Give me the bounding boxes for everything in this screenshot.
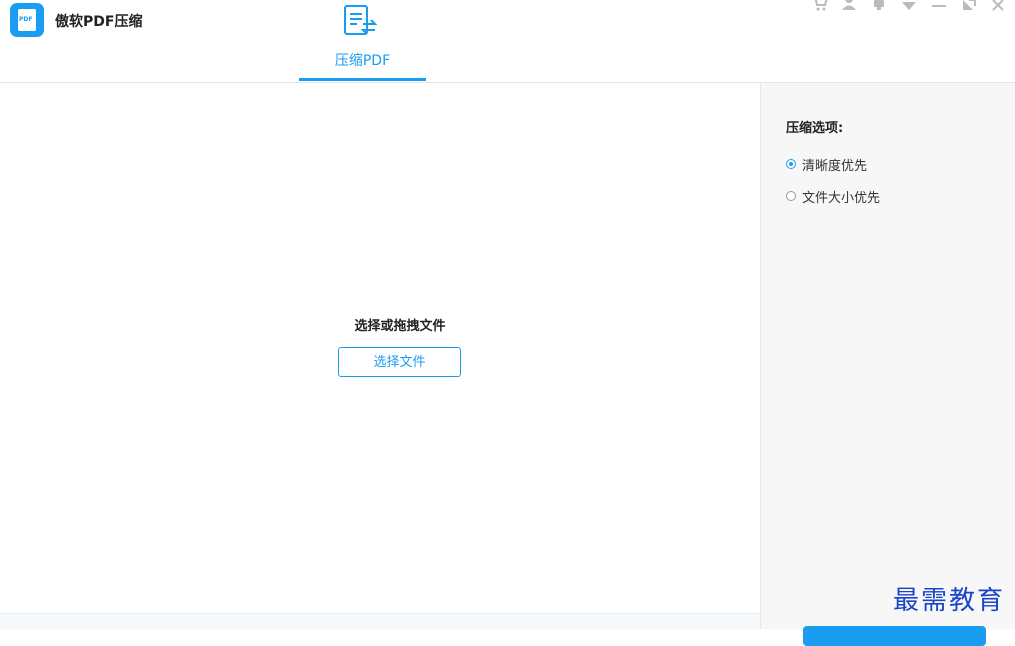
options-panel: 压缩选项: 清晰度优先 文件大小优先 bbox=[760, 83, 1015, 646]
restore-button[interactable] bbox=[955, 0, 985, 14]
option-clarity-priority[interactable]: 清晰度优先 bbox=[786, 155, 868, 174]
title-bar: PDF 傲软PDF压缩 压缩PDF bbox=[0, 0, 1015, 83]
tab-label: 压缩PDF bbox=[334, 53, 391, 69]
option-size-priority[interactable]: 文件大小优先 bbox=[786, 187, 881, 206]
cart-button[interactable] bbox=[805, 0, 835, 14]
minimize-icon bbox=[932, 5, 946, 7]
watermark: 最需教育 bbox=[893, 586, 1006, 616]
options-title: 压缩选项: bbox=[786, 121, 844, 136]
bottom-bar bbox=[0, 613, 760, 630]
minimize-button[interactable] bbox=[925, 0, 955, 14]
start-compress-button[interactable] bbox=[803, 626, 986, 646]
menu-dropdown-button[interactable] bbox=[895, 0, 925, 14]
close-icon bbox=[992, 0, 1004, 11]
restore-icon bbox=[963, 0, 976, 10]
option-label: 清晰度优先 bbox=[802, 158, 868, 174]
drop-prompt: 选择或拖拽文件 bbox=[354, 319, 446, 334]
close-button[interactable] bbox=[985, 0, 1015, 14]
notification-button[interactable] bbox=[865, 0, 895, 14]
file-drop-area[interactable]: 选择或拖拽文件 选择文件 bbox=[0, 83, 760, 630]
option-label: 文件大小优先 bbox=[802, 190, 881, 206]
bell-icon bbox=[874, 0, 884, 10]
app-title: 傲软PDF压缩 bbox=[55, 14, 143, 30]
user-icon bbox=[842, 0, 856, 10]
radio-checked-icon[interactable] bbox=[786, 159, 796, 169]
tab-compress-pdf[interactable]: 压缩PDF bbox=[299, 0, 426, 82]
radio-unchecked-icon[interactable] bbox=[786, 191, 796, 201]
app-logo-icon: PDF bbox=[10, 3, 44, 37]
window-controls bbox=[805, 0, 1015, 14]
dropdown-icon bbox=[902, 2, 916, 10]
cart-icon bbox=[814, 0, 828, 11]
document-compress-icon bbox=[344, 5, 378, 35]
app-logo-text: PDF bbox=[19, 16, 33, 23]
select-file-button[interactable]: 选择文件 bbox=[338, 347, 461, 377]
tab-active-indicator bbox=[299, 78, 426, 81]
user-button[interactable] bbox=[835, 0, 865, 14]
